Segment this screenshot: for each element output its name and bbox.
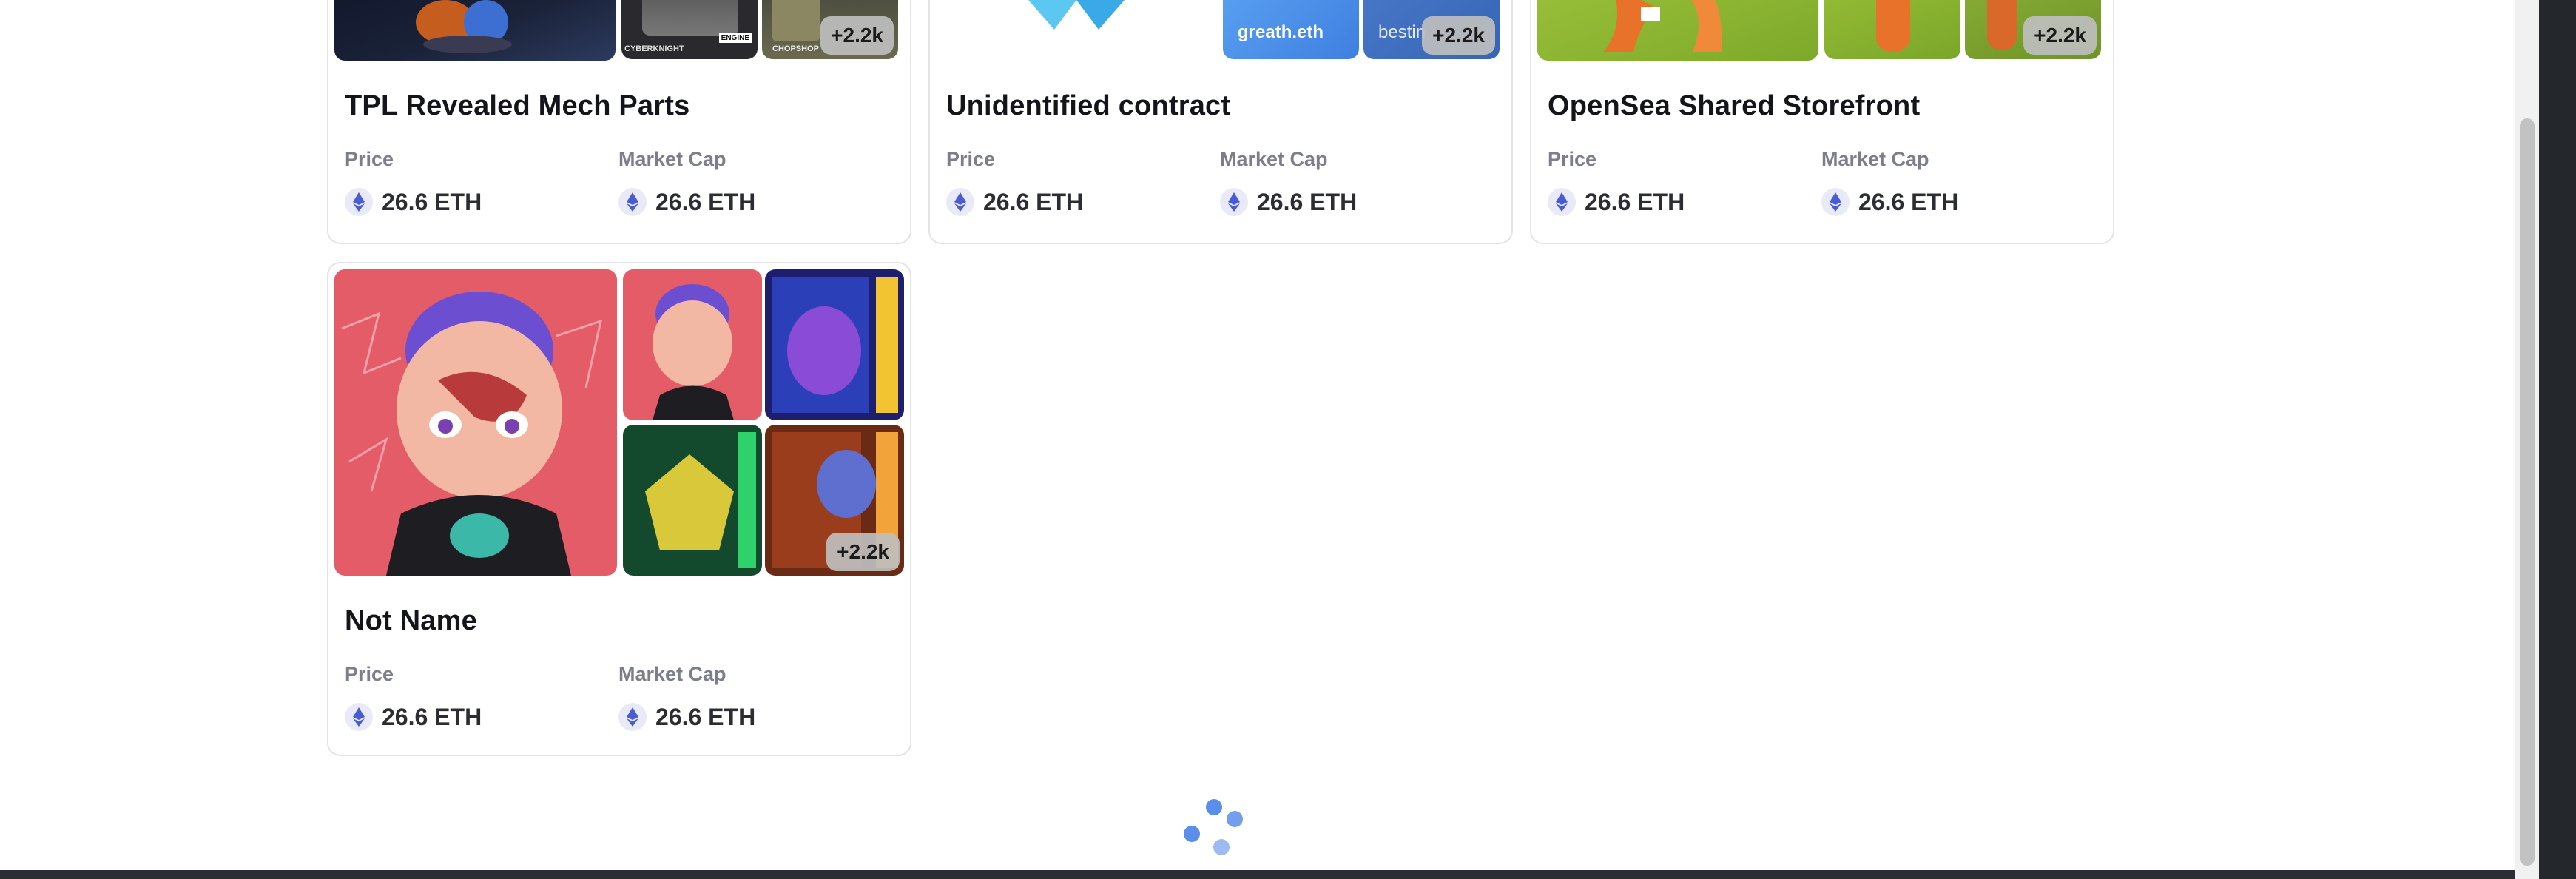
price-value: 26.6 ETH [345,188,482,216]
price-amount: 26.6 ETH [382,703,482,730]
collection-title[interactable]: Unidentified contract [946,90,1230,122]
collection-card-opensea-shared-storefront[interactable]: +2.2k OpenSea Shared Storefront Price Ma… [1530,0,2114,244]
market-cap-value: 26.6 ETH [618,188,755,216]
price-amount: 26.6 ETH [382,188,482,215]
collection-thumb-3[interactable]: +2.2k [1965,0,2101,59]
thumb-caption: greath.eth [1238,22,1324,42]
taskbar-edge [0,870,2515,879]
loading-spinner-icon [1184,799,1243,858]
ethereum-icon [345,703,373,731]
scrollbar-thumb[interactable] [2520,118,2535,866]
ethereum-icon [1821,188,1850,216]
more-items-badge[interactable]: +2.2k [2023,16,2097,55]
thumb-caption: ENGINE [718,33,752,43]
market-cap-value: 26.6 ETH [618,703,755,731]
ethereum-icon [1548,188,1576,216]
thumb-caption: bestin [1378,22,1426,42]
thumb-caption: CYBERKNIGHT [624,44,684,53]
collection-card-not-name[interactable]: +2.2k Not Name Price Market Cap 26.6 ETH… [327,262,911,756]
collection-card-unidentified-contract[interactable]: greath.eth bestin +2.2k Unidentified con… [928,0,1513,244]
market-cap-label: Market Cap [618,148,726,170]
market-cap-amount: 26.6 ETH [655,188,756,215]
price-value: 26.6 ETH [946,188,1083,216]
ethereum-icon [1220,188,1248,216]
price-label: Price [345,148,394,170]
window-edge [2539,0,2576,879]
collection-thumb-chopshop[interactable]: CHOPSHOP +2.2k [762,0,898,59]
ethereum-icon [618,188,647,216]
ethereum-icon [345,188,373,216]
ethereum-icon [946,188,974,216]
collection-thumb-3[interactable] [623,425,762,576]
more-items-badge[interactable]: +2.2k [820,16,894,55]
market-cap-amount: 26.6 ETH [1257,188,1358,215]
collection-thumb-2[interactable] [1824,0,1960,59]
collection-thumb-cyberknight[interactable]: CYBERKNIGHT ENGINE [621,0,758,59]
market-cap-label: Market Cap [1220,148,1328,170]
price-value: 26.6 ETH [1548,188,1685,216]
price-amount: 26.6 ETH [983,188,1084,215]
ethereum-icon [618,703,647,731]
market-cap-value: 26.6 ETH [1220,188,1357,216]
collection-thumb-1[interactable] [623,269,762,420]
collection-title[interactable]: Not Name [345,605,477,637]
price-label: Price [345,663,394,685]
collection-thumb-4[interactable]: +2.2k [765,425,904,576]
collections-page: CYBERKNIGHT ENGINE CHOPSHOP +2.2k TPL Re… [0,0,2576,879]
price-value: 26.6 ETH [345,703,482,731]
market-cap-label: Market Cap [1821,148,1929,170]
price-label: Price [946,148,996,170]
more-items-badge[interactable]: +2.2k [826,533,900,571]
collection-title[interactable]: TPL Revealed Mech Parts [345,90,689,122]
collection-thumb-2[interactable] [765,269,904,420]
price-label: Price [1548,148,1597,170]
more-items-badge[interactable]: +2.2k [1422,16,1495,55]
collection-main-image[interactable] [334,269,617,576]
market-cap-amount: 26.6 ETH [655,703,756,730]
collection-thumb-greath-eth[interactable]: greath.eth [1223,0,1359,59]
collection-main-image[interactable] [936,0,1217,61]
market-cap-label: Market Cap [618,663,726,685]
collection-title[interactable]: OpenSea Shared Storefront [1548,90,1920,122]
collection-main-image[interactable] [334,0,616,61]
market-cap-amount: 26.6 ETH [1858,188,1959,215]
thumb-caption: CHOPSHOP [772,44,819,53]
collection-card-tpl-revealed-mech-parts[interactable]: CYBERKNIGHT ENGINE CHOPSHOP +2.2k TPL Re… [327,0,911,244]
market-cap-value: 26.6 ETH [1821,188,1958,216]
price-amount: 26.6 ETH [1585,188,1685,215]
collection-thumb-bestin[interactable]: bestin +2.2k [1363,0,1500,59]
collection-main-image[interactable] [1537,0,1818,61]
